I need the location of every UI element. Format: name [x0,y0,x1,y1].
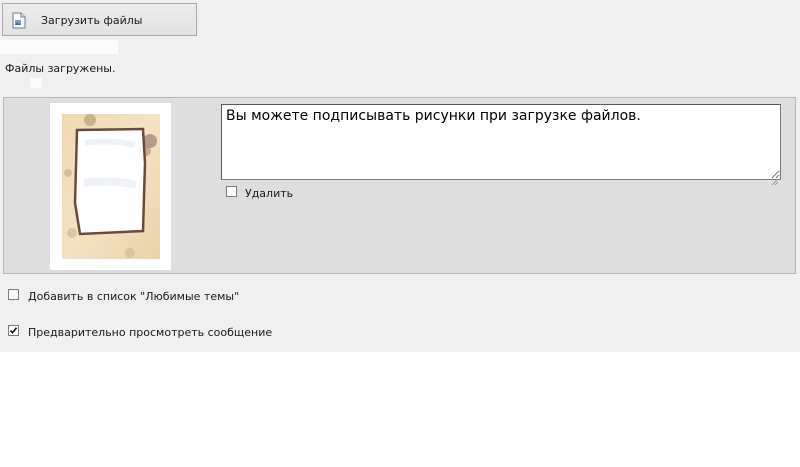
add-to-favorites-label: Добавить в список "Любимые темы" [28,290,240,303]
caption-textarea[interactable]: Вы можете подписывать рисунки при загруз… [221,104,781,180]
attachment-thumbnail [50,103,171,270]
checkmark-icon [9,327,18,335]
preview-message-label: Предварительно просмотреть сообщение [28,326,273,339]
attachment-panel: Вы можете подписывать рисунки при загруз… [3,97,796,274]
add-to-favorites-checkbox[interactable] [8,289,19,300]
upload-files-button[interactable]: Загрузить файлы [2,3,197,36]
delete-label: Удалить [245,187,294,200]
upload-status-text: Файлы загружены. [5,62,116,75]
blank-area [0,40,118,54]
upload-files-label: Загрузить файлы [41,14,143,27]
document-icon [12,12,26,29]
resize-grip-icon[interactable] [771,171,779,186]
preview-message-checkbox[interactable] [8,325,19,336]
form-area: Загрузить файлы Файлы загружены. Вы може… [0,0,800,352]
blank-area-small [30,78,42,88]
delete-checkbox[interactable] [226,186,237,197]
